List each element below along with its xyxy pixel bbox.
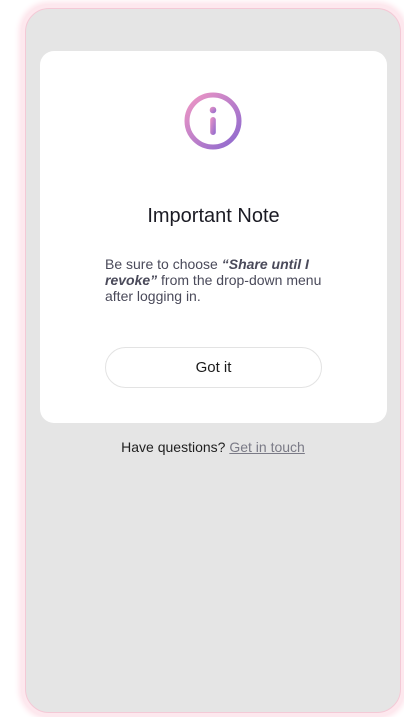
get-in-touch-link[interactable]: Get in touch (229, 439, 305, 455)
got-it-label: Got it (195, 359, 232, 376)
dialog-message: Be sure to choose “Share until I revoke”… (105, 256, 327, 304)
help-footer: Have questions? Get in touch (26, 439, 400, 455)
got-it-button[interactable]: Got it (105, 347, 322, 388)
help-question: Have questions? (121, 439, 226, 455)
phone-frame: Important Note Be sure to choose “Share … (21, 4, 404, 717)
dialog-title: Important Note (147, 205, 280, 227)
message-prefix: Be sure to choose (105, 256, 222, 272)
important-note-card: Important Note Be sure to choose “Share … (40, 51, 387, 423)
info-icon (184, 92, 242, 150)
app-screen: Important Note Be sure to choose “Share … (25, 8, 401, 713)
